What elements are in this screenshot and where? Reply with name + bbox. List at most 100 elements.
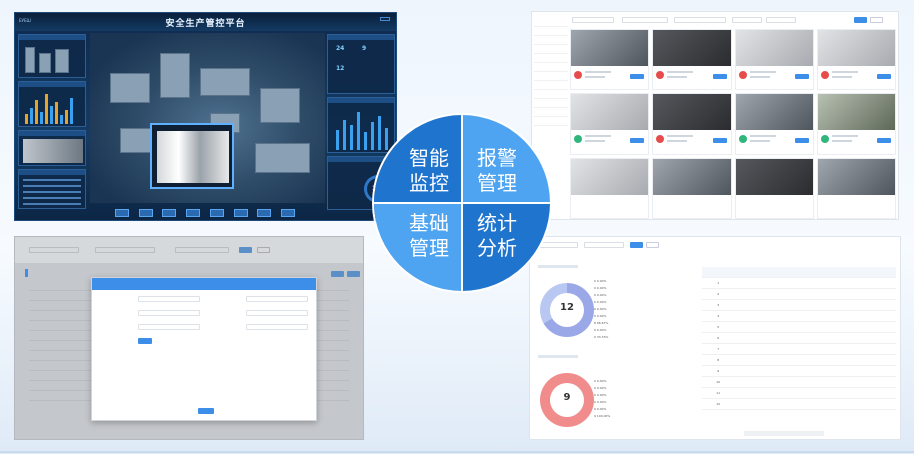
alarm-card[interactable]: [734, 29, 814, 91]
date-end-input[interactable]: [584, 242, 624, 248]
filter-input-3[interactable]: [674, 17, 726, 23]
chart2-title: [538, 355, 578, 358]
donut2-total: 9: [550, 383, 584, 417]
nav-icon-1[interactable]: [115, 209, 129, 217]
alarm-card[interactable]: [734, 157, 814, 219]
filter-input-4[interactable]: [732, 17, 762, 23]
nav-icon-2[interactable]: [138, 209, 153, 217]
quadrant-base[interactable]: 基础管理: [374, 203, 462, 291]
table-row[interactable]: 11: [702, 388, 896, 399]
alarm-card[interactable]: [816, 29, 896, 91]
dashboard-top-right-button[interactable]: [380, 17, 390, 21]
search-button[interactable]: [239, 247, 252, 253]
field-location[interactable]: [246, 310, 308, 316]
table-row[interactable]: 9: [702, 366, 896, 377]
quadrant-monitoring[interactable]: 智能监控: [374, 115, 462, 203]
handle-button[interactable]: [877, 138, 891, 144]
table-row[interactable]: 7: [702, 344, 896, 355]
handle-button[interactable]: [877, 74, 891, 79]
alarm-card[interactable]: [570, 93, 650, 155]
alarm-card[interactable]: [652, 29, 732, 91]
reset-button[interactable]: [646, 242, 659, 248]
feature-quadrant-disc: 智能监控 报警管理 基础管理 统计分析: [374, 115, 550, 291]
nav-icon-6[interactable]: [233, 209, 248, 217]
alarm-card[interactable]: [570, 29, 650, 91]
table-row[interactable]: 3: [702, 300, 896, 311]
save-button[interactable]: [198, 408, 214, 414]
handle-button[interactable]: [712, 138, 727, 144]
table-row[interactable]: 12: [702, 399, 896, 410]
handle-button[interactable]: [794, 138, 809, 144]
nav-icon-8[interactable]: [280, 209, 295, 217]
alarm-card[interactable]: [734, 93, 814, 155]
table-row[interactable]: 5: [702, 322, 896, 333]
quadrant-alarm[interactable]: 报警管理: [462, 115, 550, 203]
field-device-id[interactable]: [138, 296, 200, 302]
left-camera-card: [18, 130, 86, 166]
alarm-card[interactable]: [652, 93, 732, 155]
alarm-status-icon: [574, 135, 582, 144]
handle-button[interactable]: [630, 74, 645, 79]
tree-item[interactable]: [534, 45, 568, 54]
tree-item[interactable]: [534, 81, 568, 90]
camera-popup[interactable]: [150, 123, 234, 189]
field-area[interactable]: [138, 324, 200, 330]
tree-item[interactable]: [534, 63, 568, 72]
alarm-status-icon: [820, 71, 829, 79]
alarm-record-table: 1 2 3 4 5 6 7 8 9 10 11 12: [702, 267, 896, 410]
monitoring-dashboard-screenshot: ЕУЕШ 安全生产管控平台 24 9 12: [14, 12, 397, 221]
table-row[interactable]: 10: [702, 377, 896, 388]
tree-item[interactable]: [534, 99, 568, 108]
add-button[interactable]: [331, 271, 344, 277]
tree-item[interactable]: [534, 27, 568, 36]
nav-icon-3[interactable]: [162, 209, 177, 217]
tree-item[interactable]: [534, 54, 568, 63]
search-button[interactable]: [854, 17, 867, 23]
filter-input-2[interactable]: [95, 247, 155, 253]
quadrant-statistics[interactable]: 统计分析: [462, 203, 550, 291]
alarm-card[interactable]: [570, 157, 650, 219]
alarm-status-icon: [738, 135, 747, 144]
handle-button[interactable]: [630, 138, 645, 144]
device-tree: [534, 18, 568, 126]
field-category[interactable]: [138, 310, 200, 316]
table-row[interactable]: 6: [702, 333, 896, 344]
section-marker: [25, 269, 28, 277]
field-device-name[interactable]: [246, 296, 308, 302]
pagination[interactable]: [744, 431, 824, 436]
select-location-button[interactable]: [138, 338, 152, 344]
filter-input-5[interactable]: [766, 17, 796, 23]
delete-button[interactable]: [347, 271, 360, 277]
nav-icon-7[interactable]: [257, 209, 272, 217]
alarm-card[interactable]: [652, 157, 732, 219]
reset-button[interactable]: [870, 17, 883, 23]
tree-item[interactable]: [534, 90, 568, 99]
filter-input-1[interactable]: [29, 247, 79, 253]
table-row[interactable]: 1: [702, 278, 896, 289]
field-type[interactable]: [246, 324, 308, 330]
tree-item[interactable]: [534, 72, 568, 81]
table-row[interactable]: 8: [702, 355, 896, 366]
tree-item[interactable]: [534, 36, 568, 45]
handle-button[interactable]: [712, 74, 727, 79]
alarm-card[interactable]: [816, 93, 896, 155]
table-row[interactable]: 2: [702, 289, 896, 300]
table-header: [702, 267, 896, 278]
nav-icon-4[interactable]: [186, 209, 201, 217]
tree-item[interactable]: [534, 18, 568, 27]
quadrant-divider-horizontal: [374, 202, 550, 204]
left-card-1: [18, 34, 86, 78]
filter-input-1[interactable]: [572, 17, 614, 23]
alarm-card-grid: [570, 29, 896, 219]
alarm-card[interactable]: [816, 157, 896, 219]
search-button[interactable]: [630, 242, 643, 248]
reset-button[interactable]: [257, 247, 270, 253]
filter-input-2[interactable]: [622, 17, 668, 23]
donut1-total: 12: [550, 293, 584, 327]
filter-bar: [15, 237, 363, 263]
nav-icon-5[interactable]: [209, 209, 224, 217]
handle-button[interactable]: [794, 74, 809, 79]
statistics-screenshot: 12 0 0.00% 0 0.00% 0 0.00% 0 0.00% 0 0.0…: [529, 236, 901, 440]
filter-input-3[interactable]: [175, 247, 229, 253]
table-row[interactable]: 4: [702, 311, 896, 322]
